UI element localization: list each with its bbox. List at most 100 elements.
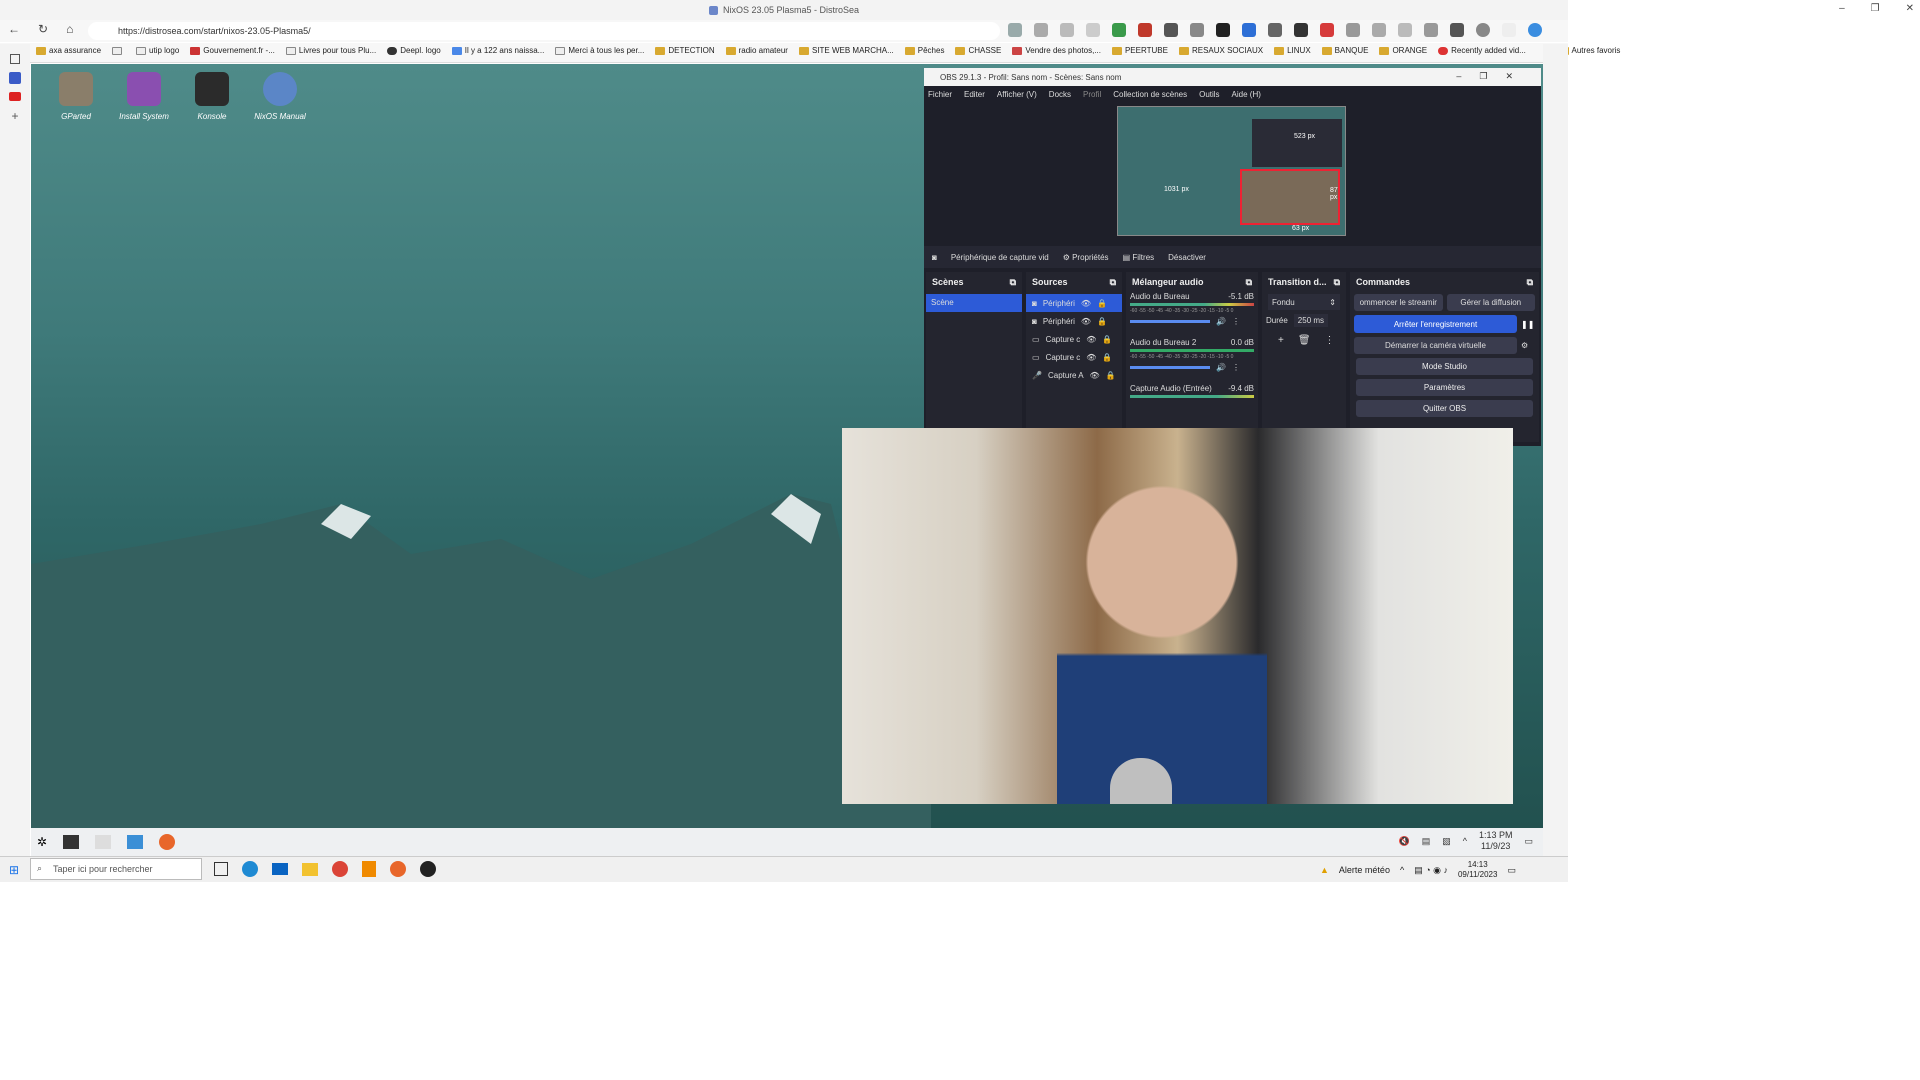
menu-editer[interactable]: Editer <box>964 90 985 99</box>
filters-button[interactable]: ▤ Filtres <box>1123 253 1155 262</box>
show-desktop-icon[interactable]: ▭ <box>1524 836 1533 847</box>
bookmark-item[interactable]: radio amateur <box>725 46 788 55</box>
edge-icon[interactable] <box>242 861 258 877</box>
extension-icon[interactable] <box>1424 23 1438 37</box>
lock-icon[interactable]: 🔒 <box>1097 317 1107 326</box>
chrome-icon[interactable] <box>332 861 348 877</box>
menu-collection[interactable]: Collection de scènes <box>1113 90 1187 99</box>
bookmark-item[interactable]: axa assurance <box>36 46 101 55</box>
eye-icon[interactable]: 👁 <box>1081 317 1091 326</box>
bookmark-item[interactable]: Gouvernement.fr -... <box>190 46 275 55</box>
source-item[interactable]: ◙ Périphéri 👁 🔒 <box>1026 312 1122 330</box>
new-tab-icon[interactable]: + <box>0 109 30 123</box>
start-stream-button[interactable]: ommencer le streamir <box>1354 294 1443 311</box>
terminal-icon[interactable] <box>63 835 80 849</box>
extension-icon[interactable] <box>1372 23 1386 37</box>
manage-stream-button[interactable]: Gérer la diffusion <box>1446 294 1535 311</box>
desktop-icon-gparted[interactable]: GParted <box>45 72 107 121</box>
extension-icon[interactable] <box>1242 23 1256 37</box>
quit-obs-button[interactable]: Quitter OBS <box>1356 400 1533 417</box>
extension-icon[interactable] <box>1294 23 1308 37</box>
more-icon[interactable]: ⋮ <box>1232 317 1240 326</box>
transition-select[interactable]: Fondu ⇕ <box>1268 294 1340 310</box>
bookmark-item[interactable]: Recently added vid... <box>1438 46 1526 55</box>
source-item[interactable]: 🎤 Capture A 👁 🔒 <box>1026 366 1122 384</box>
extension-icon[interactable] <box>1398 23 1412 37</box>
extension-icon[interactable] <box>1190 23 1204 37</box>
lock-icon[interactable]: 🔒 <box>1102 353 1112 362</box>
extension-icon[interactable] <box>1138 23 1152 37</box>
distrosea-tab-icon[interactable] <box>9 72 21 84</box>
add-icon[interactable]: + <box>1278 335 1284 346</box>
bookmark-item[interactable]: Il y a 122 ans naissa... <box>451 46 544 55</box>
eye-icon[interactable]: 👁 <box>1086 335 1096 344</box>
home-icon[interactable]: ⌂ <box>66 22 73 36</box>
read-aloud-icon[interactable] <box>1060 23 1074 37</box>
menu-fichier[interactable]: Fichier <box>928 90 952 99</box>
bookmark-item[interactable]: PEERTUBE <box>1111 46 1168 55</box>
weather-alert[interactable]: Alerte météo <box>1339 865 1390 875</box>
explorer-icon[interactable] <box>302 862 318 876</box>
eye-icon[interactable]: 👁 <box>1090 371 1100 380</box>
virtual-camera-button[interactable]: Démarrer la caméra virtuelle <box>1354 337 1517 354</box>
speaker-icon[interactable]: 🔊 <box>1216 363 1226 372</box>
volume-muted-icon[interactable]: 🔇 <box>1398 836 1409 847</box>
deactivate-button[interactable]: Désactiver <box>1168 253 1206 262</box>
bookmark-item[interactable]: LINUX <box>1274 46 1311 55</box>
extension-icon[interactable] <box>1268 23 1282 37</box>
profile-avatar-icon[interactable] <box>1476 23 1490 37</box>
undock-icon[interactable]: ⧉ <box>1010 277 1016 288</box>
volume-slider[interactable] <box>1130 320 1210 323</box>
copilot-icon[interactable] <box>1528 23 1542 37</box>
obs-icon[interactable] <box>420 861 436 877</box>
mail-icon[interactable] <box>272 863 288 875</box>
bookmark-item[interactable]: BANQUE <box>1321 46 1368 55</box>
pause-icon[interactable]: ❚❚ <box>1521 320 1535 329</box>
minimize-icon[interactable]: – <box>1839 3 1845 14</box>
chevron-up-icon[interactable]: ^ <box>1463 836 1467 846</box>
stop-recording-button[interactable]: Arrêter l'enregistrement <box>1354 315 1517 333</box>
volume-slider[interactable] <box>1130 366 1210 369</box>
translate-icon[interactable] <box>1008 23 1022 37</box>
youtube-tab-icon[interactable] <box>9 92 21 101</box>
firefox-icon[interactable] <box>159 834 176 850</box>
network-icon[interactable]: ▧ <box>1442 836 1451 847</box>
lock-icon[interactable]: 🔒 <box>1102 335 1112 344</box>
clipboard-icon[interactable]: ▤ <box>1422 836 1431 847</box>
obs-preview[interactable]: 523 px 1031 px 87 px 63 px <box>1117 106 1346 236</box>
more-icon[interactable]: ⋮ <box>1232 363 1240 372</box>
desktop-icon-nixos-manual[interactable]: NixOS Manual <box>249 72 311 121</box>
tray-icons[interactable]: ▤ ◔ ◉ ♪ <box>1414 865 1448 876</box>
menu-docks[interactable]: Docks <box>1049 90 1071 99</box>
properties-button[interactable]: ⚙ Propriétés <box>1063 253 1109 262</box>
blank-task-icon[interactable] <box>95 835 112 849</box>
settings-button[interactable]: Paramètres <box>1356 379 1533 396</box>
duration-input[interactable]: 250 ms <box>1293 314 1329 327</box>
kde-clock[interactable]: 1:13 PM 11/9/23 <box>1479 830 1513 852</box>
bookmark-item[interactable]: RESAUX SOCIAUX <box>1178 46 1263 55</box>
warning-icon[interactable]: ▲ <box>1320 865 1329 875</box>
maximize-icon[interactable]: ❐ <box>1871 3 1880 14</box>
eye-icon[interactable] <box>1034 23 1048 37</box>
gear-icon[interactable]: ⚙ <box>1521 341 1535 350</box>
back-icon[interactable]: ← <box>8 22 20 36</box>
more-icon[interactable]: ⋮ <box>1325 335 1335 346</box>
vlc-icon[interactable] <box>362 861 376 877</box>
url-field[interactable]: https://distrosea.com/start/nixos-23.05-… <box>88 22 1000 40</box>
refresh-icon[interactable]: ↻ <box>38 22 48 36</box>
tab-list-icon[interactable] <box>10 54 20 64</box>
bookmark-item[interactable]: Pêches <box>904 46 944 55</box>
eye-icon[interactable]: 👁 <box>1086 353 1096 362</box>
extension-icon[interactable] <box>1450 23 1464 37</box>
bookmark-item[interactable]: CHASSE <box>955 46 1001 55</box>
extension-icon[interactable] <box>1216 23 1230 37</box>
task-view-icon[interactable] <box>214 862 228 876</box>
menu-aide[interactable]: Aide (H) <box>1232 90 1261 99</box>
bookmark-item[interactable]: Merci à tous les per... <box>555 46 644 55</box>
menu-outils[interactable]: Outils <box>1199 90 1219 99</box>
close-icon[interactable]: ✕ <box>1906 3 1914 14</box>
extension-icon[interactable] <box>1112 23 1126 37</box>
undock-icon[interactable]: ⧉ <box>1527 277 1533 288</box>
bookmark-item[interactable]: DETECTION <box>655 46 715 55</box>
source-item[interactable]: ▭ Capture c 👁 🔒 <box>1026 348 1122 366</box>
